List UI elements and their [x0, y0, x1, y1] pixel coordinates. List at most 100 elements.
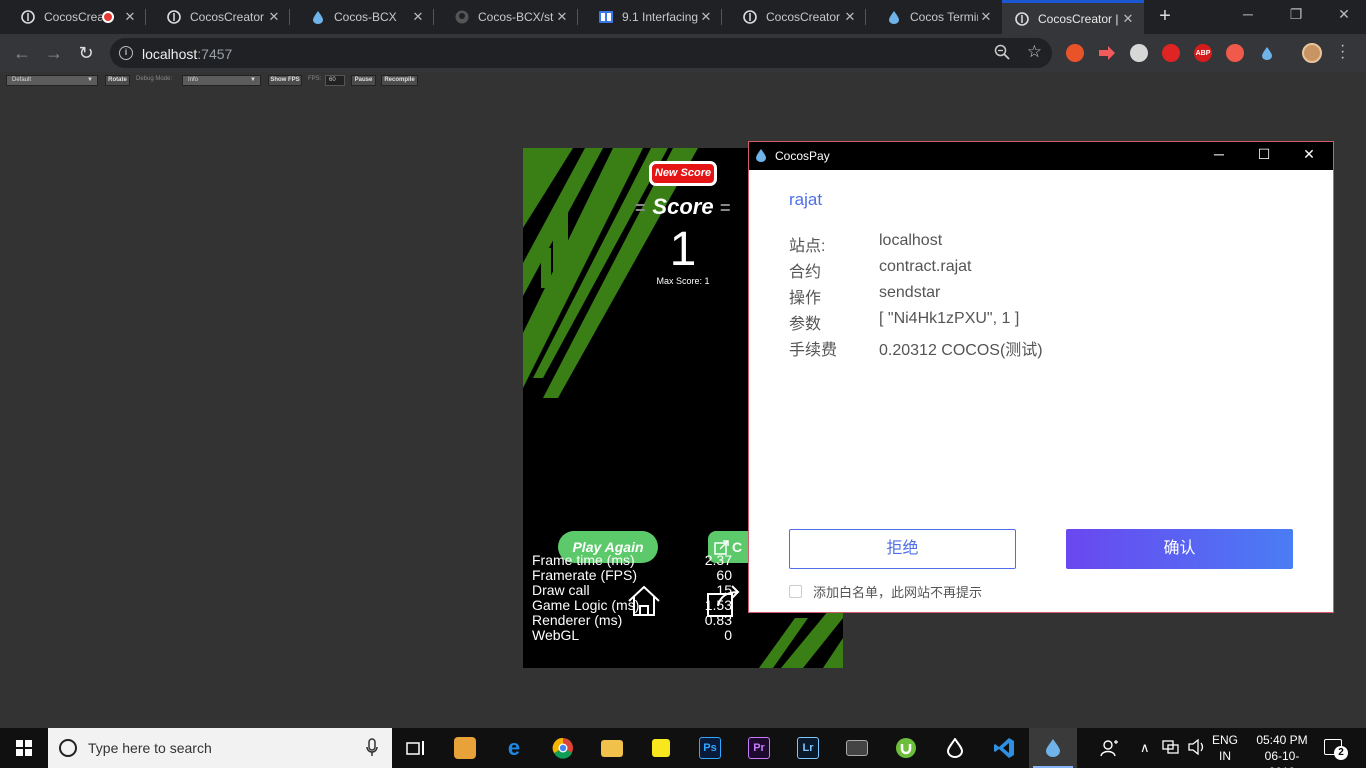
- browser-toolbar: ← → ↻ i localhost:7457 ☆ ABP · · ·: [0, 34, 1366, 72]
- people-icon[interactable]: [1100, 738, 1120, 761]
- close-icon[interactable]: ✕: [842, 9, 858, 25]
- tab-3[interactable]: Cocos-BCX ✕: [290, 0, 434, 34]
- minimize-icon[interactable]: ─: [1238, 6, 1258, 22]
- restore-icon[interactable]: ❐: [1286, 6, 1306, 23]
- profile-avatar[interactable]: [1302, 43, 1322, 63]
- close-icon[interactable]: ✕: [266, 9, 282, 25]
- reject-button[interactable]: 拒绝: [789, 529, 1016, 569]
- lightroom-icon[interactable]: Lr: [784, 728, 832, 768]
- network-icon[interactable]: [1162, 739, 1180, 758]
- search-icon: [59, 739, 77, 757]
- vscode-icon[interactable]: [980, 728, 1028, 768]
- forward-button[interactable]: →: [42, 42, 66, 64]
- minimize-icon[interactable]: ─: [1209, 146, 1229, 162]
- tab-title: CocosCrea: [44, 10, 102, 24]
- close-icon[interactable]: ✕: [122, 9, 138, 25]
- rotate-button[interactable]: Rotate: [105, 75, 130, 86]
- confirm-button[interactable]: 确认: [1066, 529, 1293, 569]
- tab-1[interactable]: CocosCrea ✕: [0, 0, 146, 34]
- debug-mode-select[interactable]: Info ▼: [182, 75, 261, 86]
- file-explorer-icon[interactable]: [588, 728, 636, 768]
- close-window-icon[interactable]: ✕: [1334, 6, 1354, 23]
- edge-icon[interactable]: e: [490, 728, 538, 768]
- back-button[interactable]: ←: [10, 42, 34, 64]
- tab-7[interactable]: Cocos Termina ✕: [866, 0, 1002, 34]
- stat-row: Renderer (ms) 0.83: [532, 612, 732, 628]
- paint-app-icon[interactable]: [441, 728, 489, 768]
- close-icon[interactable]: ✕: [698, 9, 714, 25]
- terminal-icon[interactable]: [833, 728, 881, 768]
- book-icon: [598, 9, 614, 25]
- stat-row: Framerate (FPS) 60: [532, 567, 732, 583]
- cocos-creator-icon: [20, 9, 36, 25]
- info-icon[interactable]: i: [119, 46, 133, 60]
- stat-row: Draw call 15: [532, 582, 732, 598]
- windows-logo-icon: [16, 740, 32, 756]
- tab-2[interactable]: CocosCreator | ✕: [146, 0, 290, 34]
- url-text[interactable]: localhost:7457: [142, 46, 232, 62]
- new-tab-button[interactable]: +: [1154, 5, 1176, 27]
- account-name: rajat: [789, 190, 823, 209]
- taskbar-search[interactable]: Type here to search: [48, 728, 392, 768]
- tab-8-active[interactable]: CocosCreator | ✕: [1002, 0, 1144, 34]
- recompile-button[interactable]: Recompile: [381, 75, 418, 86]
- browser-menu-icon[interactable]: · · ·: [1340, 38, 1346, 66]
- fps-label: FPS:: [308, 76, 322, 82]
- tab-title: 9.1 Interfacing: [622, 10, 698, 24]
- sticky-notes-icon[interactable]: [637, 728, 685, 768]
- cocos-creator-icon: [1014, 11, 1030, 27]
- photoshop-icon[interactable]: Ps: [686, 728, 734, 768]
- tab-6[interactable]: CocosCreator | ✕: [722, 0, 866, 34]
- notification-center-icon[interactable]: 2: [1324, 739, 1348, 760]
- close-icon[interactable]: ✕: [410, 9, 426, 25]
- chrome-icon[interactable]: [539, 728, 587, 768]
- close-icon[interactable]: ✕: [1120, 11, 1136, 27]
- cocos-drop-icon: [310, 9, 326, 25]
- cocos-blue-icon[interactable]: [1029, 728, 1077, 768]
- tab-title: Cocos-BCX/sta: [478, 10, 554, 24]
- recording-icon: [102, 11, 114, 23]
- utorrent-icon[interactable]: [882, 728, 930, 768]
- address-bar[interactable]: i localhost:7457 ☆: [110, 38, 1052, 68]
- preview-toolbar: Default ▼ Rotate Debug Mode: Info ▼ Show F…: [0, 72, 1366, 88]
- flame-ext-icon[interactable]: [1066, 44, 1084, 62]
- cocospay-titlebar[interactable]: CocosPay ─ ☐ ✕: [749, 142, 1333, 170]
- chevron-up-icon[interactable]: ∧: [1140, 740, 1150, 756]
- cocos-white-icon[interactable]: [931, 728, 979, 768]
- bookmark-star-icon[interactable]: ☆: [1027, 42, 1042, 62]
- arrow-ext-icon[interactable]: [1098, 44, 1116, 62]
- close-icon[interactable]: ✕: [978, 9, 994, 25]
- abp-ext-icon[interactable]: ABP: [1194, 44, 1212, 62]
- zoom-icon[interactable]: [994, 44, 1010, 65]
- cocos-drop-ext-icon[interactable]: [1258, 44, 1276, 62]
- task-view-icon[interactable]: [392, 728, 440, 768]
- tab-title: CocosCreator |: [1038, 11, 1119, 26]
- reload-button[interactable]: ↻: [74, 42, 98, 64]
- new-score-badge: New Score: [649, 161, 717, 186]
- cocospay-logo-icon: [756, 149, 766, 162]
- browser-tab-strip: CocosCrea ✕ CocosCreator | ✕ Cocos-BCX ✕…: [0, 0, 1366, 34]
- maximize-icon[interactable]: ☐: [1254, 146, 1274, 163]
- close-icon[interactable]: ✕: [1299, 146, 1319, 163]
- pause-button[interactable]: Pause: [351, 75, 376, 86]
- camera-ext-icon[interactable]: [1226, 44, 1244, 62]
- tab-4[interactable]: Cocos-BCX/sta ✕: [434, 0, 578, 34]
- microphone-icon[interactable]: [366, 738, 378, 758]
- device-select[interactable]: Default ▼: [6, 75, 98, 86]
- cocos-creator-icon: [742, 9, 758, 25]
- start-button[interactable]: [0, 728, 48, 768]
- system-clock[interactable]: 05:40 PM06-10-2019: [1254, 732, 1310, 768]
- language-indicator[interactable]: ENG IN: [1212, 732, 1238, 764]
- tab-title: CocosCreator |: [190, 10, 266, 24]
- tab-title: Cocos Termina: [910, 10, 978, 24]
- premiere-icon[interactable]: Pr: [735, 728, 783, 768]
- volume-icon[interactable]: [1188, 738, 1206, 758]
- hand-ext-icon[interactable]: [1162, 44, 1180, 62]
- fps-input[interactable]: 60: [325, 75, 345, 86]
- show-fps-button[interactable]: Show FPS: [268, 75, 302, 86]
- discord-ext-icon[interactable]: [1130, 44, 1148, 62]
- whitelist-option[interactable]: 添加白名单，此网站不再提示: [789, 582, 982, 601]
- whitelist-checkbox[interactable]: [789, 585, 802, 598]
- tab-5[interactable]: 9.1 Interfacing ✕: [578, 0, 722, 34]
- close-icon[interactable]: ✕: [554, 9, 570, 25]
